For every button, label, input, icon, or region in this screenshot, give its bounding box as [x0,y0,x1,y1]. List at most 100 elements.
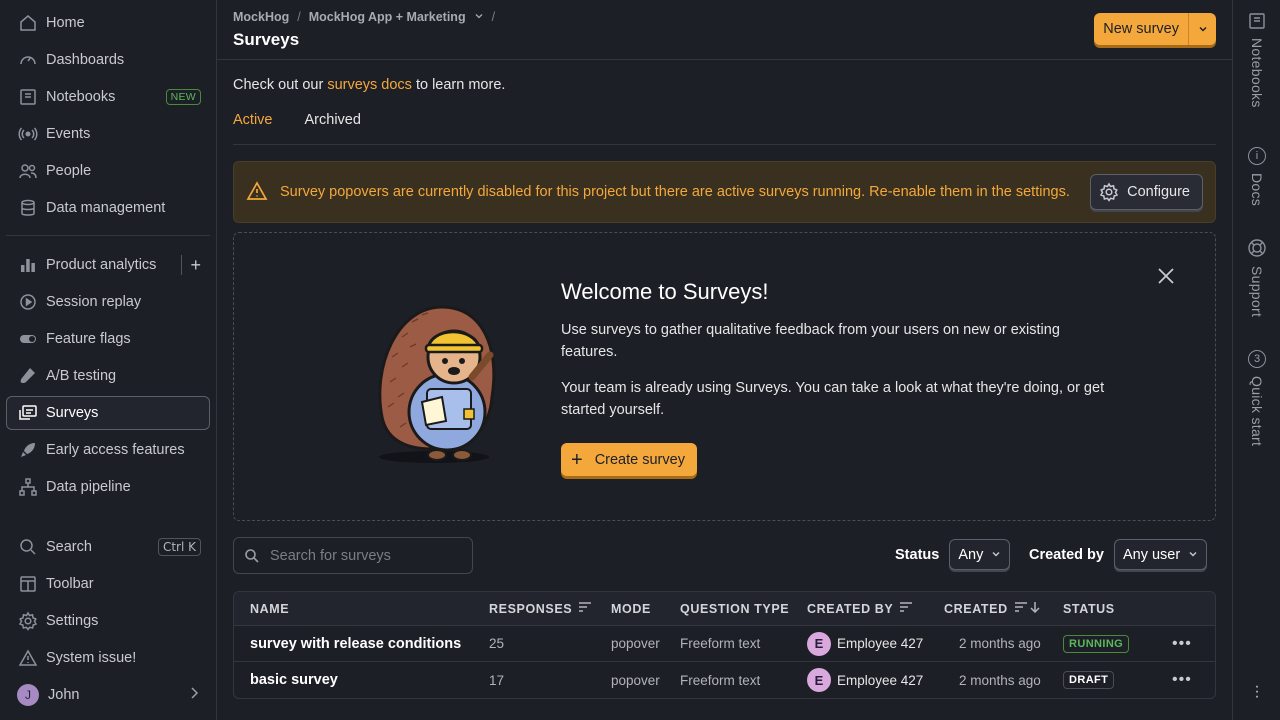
chevron-right-icon [187,686,201,704]
status-badge: DRAFT [1063,671,1115,689]
breadcrumb-org[interactable]: MockHog [233,10,289,24]
breadcrumb: MockHog / MockHog App + Marketing / [233,10,1216,24]
sort-icon [899,601,913,616]
sidebar-item-label: Session replay [46,294,142,310]
sidebar-item-label: Home [46,15,85,31]
sidebar-item-label: Product analytics [46,257,157,273]
warning-icon [246,180,270,205]
rocket-icon [17,439,39,461]
sidebar-item-label: System issue! [46,650,137,666]
chevron-down-icon[interactable] [474,10,484,24]
status-filter: Status Any [895,539,1011,570]
events-icon [17,123,39,145]
table-row[interactable]: basic survey 17 popover Freeform text E … [234,662,1215,698]
tab-active[interactable]: Active [233,112,273,144]
breadcrumb-project[interactable]: MockHog App + Marketing [309,10,466,24]
intro-suffix: to learn more. [411,77,506,93]
sidebar-item-session-replay[interactable]: Session replay [6,285,210,319]
chevron-down-icon [1188,547,1198,563]
column-created-by[interactable]: CREATED BY [807,601,913,616]
survey-name[interactable]: survey with release conditions [250,636,461,652]
sidebar-item-product-analytics[interactable]: Product analytics + [6,248,210,282]
survey-question-type: Freeform text [680,636,761,651]
survey-name[interactable]: basic survey [250,672,338,688]
status-badge: RUNNING [1063,634,1130,653]
more-icon[interactable]: ••• [1172,671,1192,689]
survey-responses: 17 [489,672,505,688]
created-by-select[interactable]: Any user [1113,539,1208,570]
sidebar-item-settings[interactable]: Settings [6,604,210,638]
more-icon[interactable]: ••• [1172,635,1192,653]
sidebar-item-data-management[interactable]: Data management [6,191,210,225]
sidebar-item-ab-testing[interactable]: A/B testing [6,359,210,393]
pipeline-icon [17,476,39,498]
search-icon [245,548,259,563]
right-sidebar-docs[interactable]: i Docs [1233,147,1280,206]
search-placeholder: Search for surveys [270,547,391,564]
warning-icon [17,647,39,669]
sidebar-item-user[interactable]: J John [6,678,210,712]
sidebar-item-label: A/B testing [46,368,117,384]
search-shortcut: Ctrl K [157,538,201,556]
search-input[interactable]: Search for surveys [233,537,473,574]
gear-icon [1100,182,1119,202]
configure-button[interactable]: Configure [1090,174,1203,210]
creator-name: Employee 427 [837,636,924,651]
hedgehog-illustration [362,297,502,468]
sidebar-item-people[interactable]: People [6,154,210,188]
status-badge-label: DRAFT [1063,671,1115,689]
column-mode[interactable]: MODE [611,602,651,616]
sidebar-item-data-pipeline[interactable]: Data pipeline [6,470,210,504]
sidebar-item-feature-flags[interactable]: Feature flags [6,322,210,356]
sidebar-item-surveys[interactable]: Surveys [6,396,210,430]
column-responses-label: RESPONSES [489,601,573,616]
people-icon [17,160,39,182]
new-survey-button[interactable]: New survey [1094,13,1188,45]
intro-text: Check out our surveys docs to learn more… [233,77,1216,93]
column-question-type[interactable]: QUESTION TYPE [680,602,789,616]
close-icon[interactable] [1157,267,1175,288]
column-name[interactable]: NAME [250,602,289,616]
table-row[interactable]: survey with release conditions 25 popove… [234,626,1215,662]
new-survey-dropdown[interactable] [1188,13,1216,45]
welcome-paragraph-2: Your team is already using Surveys. You … [561,380,1105,418]
survey-mode: popover [611,672,660,688]
sidebar-item-system-issue[interactable]: System issue! [6,641,210,675]
tab-archived[interactable]: Archived [305,112,361,144]
sidebar-item-home[interactable]: Home [6,6,210,40]
add-insight-button[interactable]: + [181,255,201,275]
toggle-icon [17,328,39,350]
status-select[interactable]: Any [949,539,1011,570]
sidebar-item-toolbar[interactable]: Toolbar [6,567,210,601]
search-icon [17,536,39,558]
tabs: Active Archived [233,112,1216,145]
sidebar-item-notebooks[interactable]: Notebooks NEW [6,80,210,114]
right-sidebar-notebooks[interactable]: Notebooks [1233,12,1280,108]
sidebar-item-search[interactable]: Search Ctrl K [6,530,210,564]
page-header: MockHog / MockHog App + Marketing / Surv… [217,0,1232,60]
table-header: NAME RESPONSES MODE QUESTION TYPE CREATE… [234,592,1215,626]
column-responses[interactable]: RESPONSES [489,601,592,616]
sidebar-item-label: Dashboards [46,52,125,68]
sidebar-item-label: Data pipeline [46,479,131,495]
avatar: J [17,684,39,706]
more-vertical-icon[interactable]: · · · [1233,679,1280,705]
status-select-value: Any [958,546,984,563]
survey-created: 2 months ago [959,636,1041,651]
right-sidebar: Notebooks i Docs Support 3 Quick start ·… [1232,0,1280,720]
right-sidebar-quick-start[interactable]: 3 Quick start [1233,350,1280,446]
sidebar-item-events[interactable]: Events [6,117,210,151]
page-title: Surveys [233,30,300,49]
welcome-title: Welcome to Surveys! [561,279,769,304]
surveys-docs-link[interactable]: surveys docs [327,77,412,93]
create-survey-button[interactable]: + Create survey [561,443,697,476]
right-sidebar-support[interactable]: Support [1233,238,1280,317]
sidebar-item-dashboards[interactable]: Dashboards [6,43,210,77]
new-badge: NEW [165,89,201,105]
flask-icon [17,365,39,387]
sidebar-item-early-access[interactable]: Early access features [6,433,210,467]
sidebar-item-label: Data management [46,200,166,216]
column-status[interactable]: STATUS [1063,602,1115,616]
notebook-icon [1249,13,1265,29]
column-created[interactable]: CREATED [944,601,1040,616]
